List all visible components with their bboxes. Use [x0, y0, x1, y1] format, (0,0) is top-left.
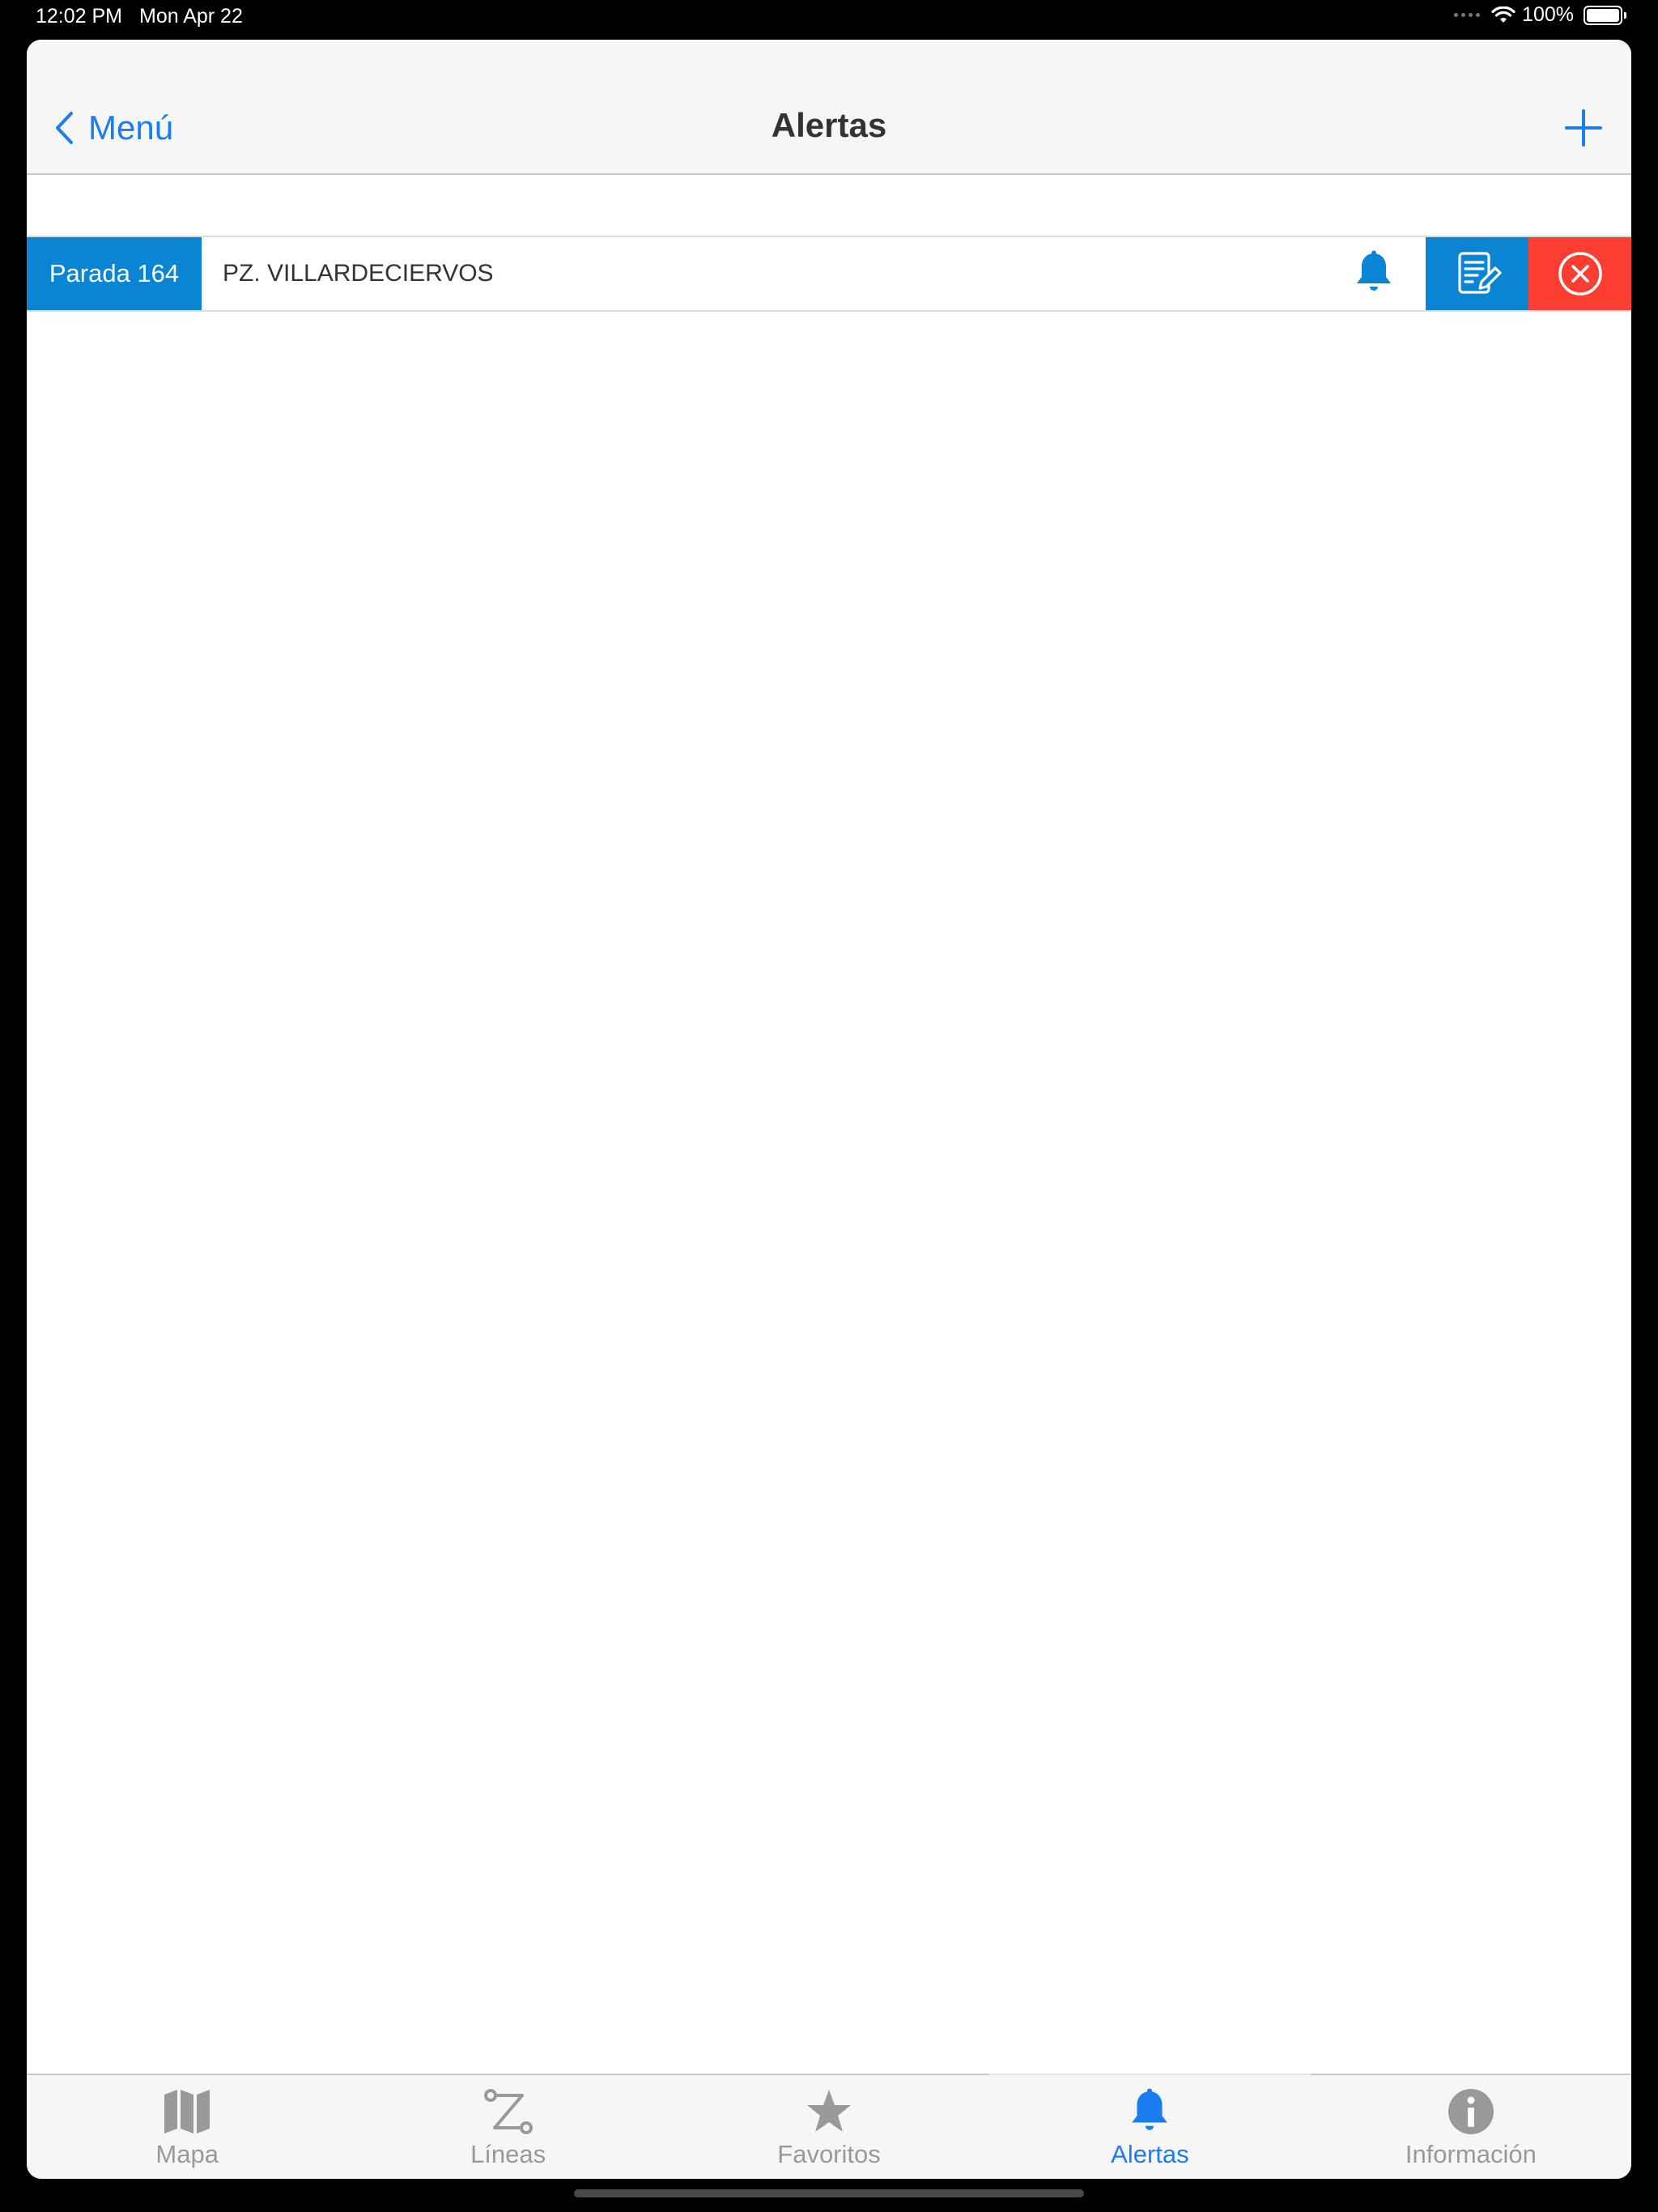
plus-icon [1565, 109, 1602, 147]
page-title: Alertas [771, 106, 887, 144]
tab-alertas[interactable]: Alertas [989, 2074, 1312, 2179]
add-alert-button[interactable] [1565, 109, 1602, 151]
stop-name: PZ. VILLARDECIERVOS [223, 260, 494, 287]
edit-alert-button[interactable] [1426, 237, 1528, 310]
status-bar: 12:02 PM Mon Apr 22 100% [0, 0, 1658, 34]
tab-label: Favoritos [777, 2140, 881, 2168]
route-icon [483, 2089, 533, 2134]
stop-name-cell[interactable]: PZ. VILLARDECIERVOS [202, 237, 1426, 310]
tab-bar: Mapa Líneas Favoritos Alertas Informació… [27, 2074, 1631, 2179]
tab-label: Información [1405, 2140, 1537, 2168]
tab-label: Líneas [470, 2140, 546, 2168]
star-icon [807, 2090, 852, 2132]
tab-lineas[interactable]: Líneas [347, 2075, 668, 2179]
battery-icon [1584, 5, 1626, 25]
close-circle-icon [1558, 252, 1602, 296]
bell-icon [1132, 2088, 1168, 2130]
app-screen: Menú Alertas Parada 164 PZ. VILLARDECIER… [27, 40, 1631, 2179]
status-indicators: 100% [1454, 3, 1626, 27]
home-indicator[interactable] [574, 2189, 1084, 2197]
alert-row[interactable]: Parada 164 PZ. VILLARDECIERVOS [27, 236, 1631, 312]
battery-percent: 100% [1522, 3, 1574, 26]
signal-icon [1454, 13, 1481, 17]
tab-label: Alertas [1111, 2140, 1189, 2168]
status-time: 12:02 PM [36, 5, 123, 28]
edit-icon [1457, 252, 1502, 294]
delete-alert-button[interactable] [1528, 237, 1631, 310]
tab-informacion[interactable]: Información [1311, 2075, 1631, 2179]
tab-favoritos[interactable]: Favoritos [669, 2075, 989, 2179]
status-date: Mon Apr 22 [139, 5, 243, 28]
tab-label: Mapa [155, 2140, 219, 2168]
navigation-bar: Menú Alertas [27, 40, 1631, 175]
bell-icon [1357, 250, 1391, 291]
info-icon [1448, 2089, 1494, 2134]
tab-mapa[interactable]: Mapa [27, 2075, 347, 2179]
wifi-icon [1491, 6, 1516, 23]
map-icon [164, 2090, 210, 2133]
stop-badge: Parada 164 [27, 237, 202, 310]
